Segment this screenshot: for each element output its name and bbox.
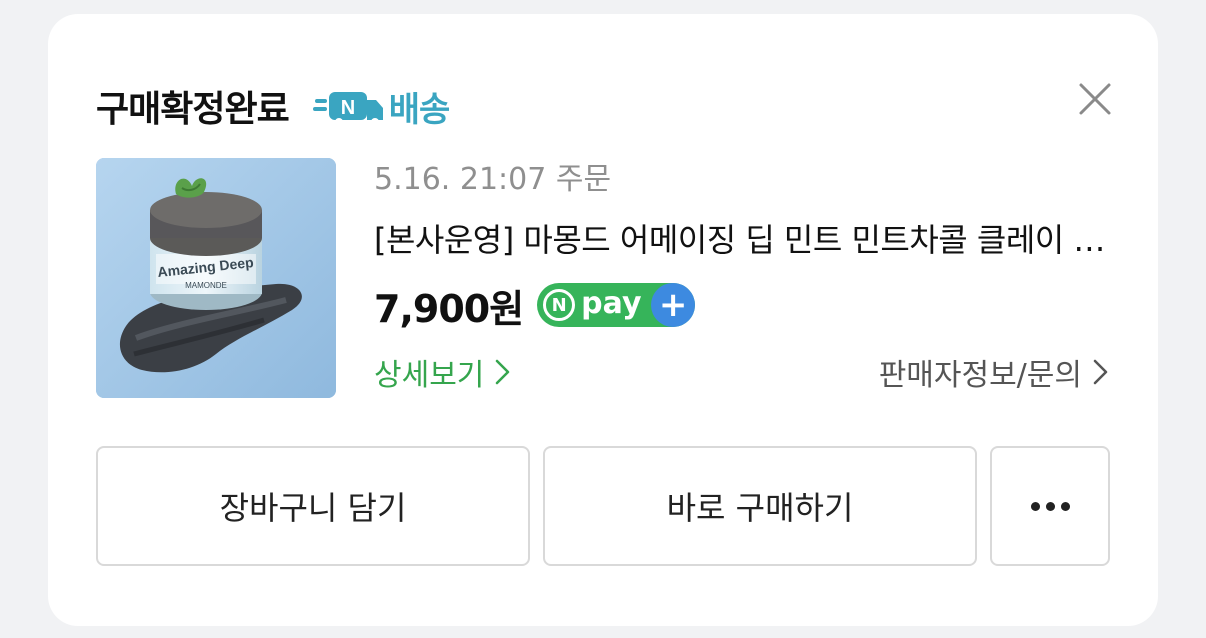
order-card: 구매확정완료 N 배송 Amazing Deep MAMONDE 5.16. 2… <box>48 14 1158 626</box>
product-image[interactable]: Amazing Deep MAMONDE <box>96 158 336 398</box>
close-icon[interactable] <box>1076 80 1114 118</box>
npay-n-icon: N <box>543 289 576 321</box>
view-details-link[interactable]: 상세보기 <box>374 350 512 394</box>
more-dots-icon <box>1030 501 1070 511</box>
chevron-right-icon <box>1093 359 1108 385</box>
order-date: 5.16. 21:07 주문 <box>374 162 612 197</box>
seller-info-link[interactable]: 판매자정보/문의 <box>879 350 1110 394</box>
product-price: 7,900원 <box>374 286 524 331</box>
buy-now-button[interactable]: 바로 구매하기 <box>543 446 977 566</box>
delivery-label: 배송 <box>388 89 451 130</box>
order-status-title: 구매확정완료 <box>96 89 290 130</box>
card-header: 구매확정완료 N 배송 <box>96 80 451 132</box>
link-row: 상세보기 판매자정보/문의 <box>374 350 1110 394</box>
price-row: 7,900원 N pay + <box>374 280 1110 331</box>
n-delivery-truck-icon: N <box>312 92 383 126</box>
view-details-label: 상세보기 <box>374 358 485 393</box>
chevron-right-icon <box>496 359 510 385</box>
npay-plus-badge: N pay + <box>537 283 696 327</box>
npay-text: pay <box>581 286 642 321</box>
product-info: 5.16. 21:07 주문 [본사운영] 마몽드 어메이징 딥 민트 민트차콜… <box>374 158 1110 393</box>
product-name[interactable]: [본사운영] 마몽드 어메이징 딥 민트 민트차콜 클레이 마스크 <box>374 218 1110 262</box>
truck-letter: N <box>341 97 355 119</box>
n-delivery-badge: N 배송 <box>312 82 451 131</box>
more-options-button[interactable] <box>990 446 1110 566</box>
plus-icon: + <box>651 283 696 327</box>
add-to-cart-button[interactable]: 장바구니 담기 <box>96 446 530 566</box>
image-brand: MAMONDE <box>185 281 227 290</box>
seller-info-label: 판매자정보/문의 <box>878 358 1082 393</box>
